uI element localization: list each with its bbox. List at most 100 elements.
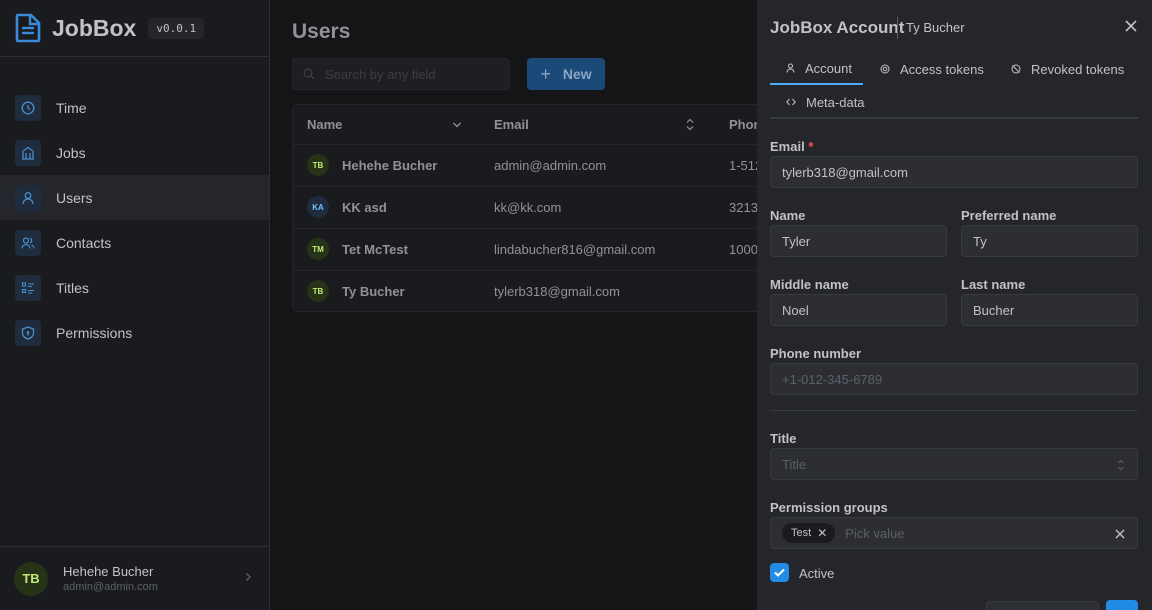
middle-name-label: Middle name bbox=[770, 277, 849, 292]
token-icon bbox=[880, 64, 890, 74]
clear-icon[interactable] bbox=[1115, 529, 1125, 539]
sidebar-item-label: Time bbox=[56, 99, 87, 116]
chevron-right-icon bbox=[246, 573, 251, 581]
user-email-cell: kk@kk.com bbox=[494, 200, 562, 215]
column-header-email[interactable]: Email bbox=[494, 117, 529, 132]
chip-label: Test bbox=[791, 527, 812, 539]
user-name-cell: Hehehe Bucher bbox=[342, 158, 438, 173]
tab-revoked-tokens[interactable]: Revoked tokens bbox=[1011, 53, 1124, 85]
section-divider bbox=[770, 410, 1138, 411]
table-row[interactable]: TB Ty Bucher tylerb318@gmail.com bbox=[293, 271, 791, 311]
permission-groups-label: Permission groups bbox=[770, 500, 888, 515]
sidebar-item-label: Users bbox=[56, 189, 93, 206]
email-field[interactable]: tylerb318@gmail.com bbox=[770, 156, 1138, 188]
sidebar-nav: Time Jobs Users Contacts Titles Permissi… bbox=[0, 85, 269, 355]
check-icon bbox=[774, 568, 785, 577]
plus-icon: + bbox=[540, 63, 551, 84]
user-email-cell: tylerb318@gmail.com bbox=[494, 284, 620, 299]
last-name-field[interactable]: Bucher bbox=[961, 294, 1138, 326]
title-divider bbox=[897, 17, 898, 39]
tab-label: Revoked tokens bbox=[1031, 61, 1125, 77]
revoked-token-icon bbox=[1011, 64, 1021, 74]
email-label: Email * bbox=[770, 139, 813, 154]
sort-icon[interactable] bbox=[685, 118, 695, 131]
shield-icon bbox=[15, 319, 41, 346]
email-label-text: Email bbox=[770, 139, 805, 154]
user-name-cell: Ty Bucher bbox=[342, 284, 405, 299]
user-info: Hehehe Bucher admin@admin.com bbox=[63, 564, 158, 593]
new-user-button[interactable]: + New bbox=[527, 58, 605, 90]
phone-label: Phone number bbox=[770, 346, 862, 361]
select-chevrons-icon bbox=[1118, 459, 1124, 471]
phone-field[interactable]: +1-012-345-6789 bbox=[770, 363, 1138, 395]
user-email-cell: admin@admin.com bbox=[494, 158, 607, 173]
user-email: admin@admin.com bbox=[63, 581, 158, 593]
sidebar-item-contacts[interactable]: Contacts bbox=[0, 220, 269, 265]
sidebar-item-time[interactable]: Time bbox=[0, 85, 269, 130]
name-label: Name bbox=[770, 208, 806, 223]
tab-label: Meta-data bbox=[806, 94, 865, 110]
preferred-name-field[interactable]: Ty bbox=[961, 225, 1138, 257]
column-header-name[interactable]: Name bbox=[307, 117, 342, 132]
app-name: JobBox bbox=[52, 14, 137, 41]
title-placeholder: Title bbox=[782, 456, 807, 472]
tab-meta-data[interactable]: Meta-data bbox=[786, 86, 865, 118]
user-icon bbox=[786, 63, 795, 73]
secondary-action-button[interactable] bbox=[986, 601, 1099, 610]
required-marker: * bbox=[808, 139, 814, 154]
close-icon[interactable] bbox=[1124, 19, 1138, 33]
sidebar-item-label: Titles bbox=[56, 279, 89, 296]
users-icon bbox=[15, 229, 41, 256]
last-name-label: Last name bbox=[961, 277, 1026, 292]
new-button-label: New bbox=[562, 66, 592, 82]
account-drawer: JobBox Account Ty Bucher Account Access … bbox=[757, 0, 1152, 610]
brand: JobBox v0.0.1 bbox=[0, 0, 269, 57]
avatar: KA bbox=[307, 196, 329, 218]
list-icon bbox=[15, 274, 41, 301]
tab-account[interactable]: Account bbox=[770, 53, 863, 85]
title-select[interactable]: Title bbox=[770, 448, 1138, 480]
search-placeholder: Search by any field bbox=[325, 66, 436, 82]
tab-label: Access tokens bbox=[900, 61, 984, 77]
primary-action-button[interactable] bbox=[1106, 600, 1138, 610]
active-label: Active bbox=[799, 566, 835, 581]
chip-remove-icon[interactable]: ✕ bbox=[817, 526, 827, 540]
drawer-title: JobBox Account bbox=[770, 18, 905, 37]
avatar: TM bbox=[307, 238, 329, 260]
permission-groups-multiselect[interactable]: Test ✕ Pick value bbox=[770, 517, 1138, 549]
clock-icon bbox=[15, 94, 41, 121]
sidebar-item-label: Contacts bbox=[56, 234, 112, 251]
user-icon bbox=[15, 184, 41, 211]
active-checkbox[interactable] bbox=[770, 563, 789, 582]
sidebar-item-label: Permissions bbox=[56, 324, 133, 341]
permission-chip[interactable]: Test ✕ bbox=[782, 523, 836, 543]
table-row[interactable]: TB Hehehe Bucher admin@admin.com 1-512 bbox=[293, 145, 791, 187]
chevron-down-icon[interactable] bbox=[452, 121, 462, 129]
user-name: Hehehe Bucher bbox=[63, 564, 154, 579]
code-icon bbox=[786, 98, 796, 106]
search-input[interactable]: Search by any field bbox=[292, 58, 510, 90]
user-phone-cell: 1000 bbox=[729, 242, 758, 257]
multiselect-placeholder: Pick value bbox=[845, 525, 905, 541]
middle-name-field[interactable]: Noel bbox=[770, 294, 947, 326]
user-name-cell: KK asd bbox=[342, 200, 387, 215]
sidebar-item-titles[interactable]: Titles bbox=[0, 265, 269, 310]
current-user-menu[interactable]: TB Hehehe Bucher admin@admin.com bbox=[0, 546, 269, 610]
user-name-cell: Tet McTest bbox=[342, 242, 408, 257]
table-header: Name Email Phon bbox=[293, 105, 791, 145]
sidebar-item-permissions[interactable]: Permissions bbox=[0, 310, 269, 355]
sidebar-item-jobs[interactable]: Jobs bbox=[0, 130, 269, 175]
table-row[interactable]: KA KK asd kk@kk.com 3213 bbox=[293, 187, 791, 229]
title-label: Title bbox=[770, 431, 797, 446]
sidebar-item-label: Jobs bbox=[56, 144, 86, 161]
tab-access-tokens[interactable]: Access tokens bbox=[880, 53, 984, 85]
sidebar: JobBox v0.0.1 Time Jobs Users Contacts T… bbox=[0, 0, 270, 610]
sidebar-item-users[interactable]: Users bbox=[0, 175, 269, 220]
app-version: v0.0.1 bbox=[148, 17, 205, 39]
name-field[interactable]: Tyler bbox=[770, 225, 947, 257]
table-row[interactable]: TM Tet McTest lindabucher816@gmail.com 1… bbox=[293, 229, 791, 271]
building-icon bbox=[15, 139, 41, 166]
document-logo-icon bbox=[15, 13, 41, 43]
user-phone-cell: 3213 bbox=[729, 200, 758, 215]
drawer-tabs: Account Access tokens Revoked tokens Met… bbox=[770, 53, 1138, 119]
